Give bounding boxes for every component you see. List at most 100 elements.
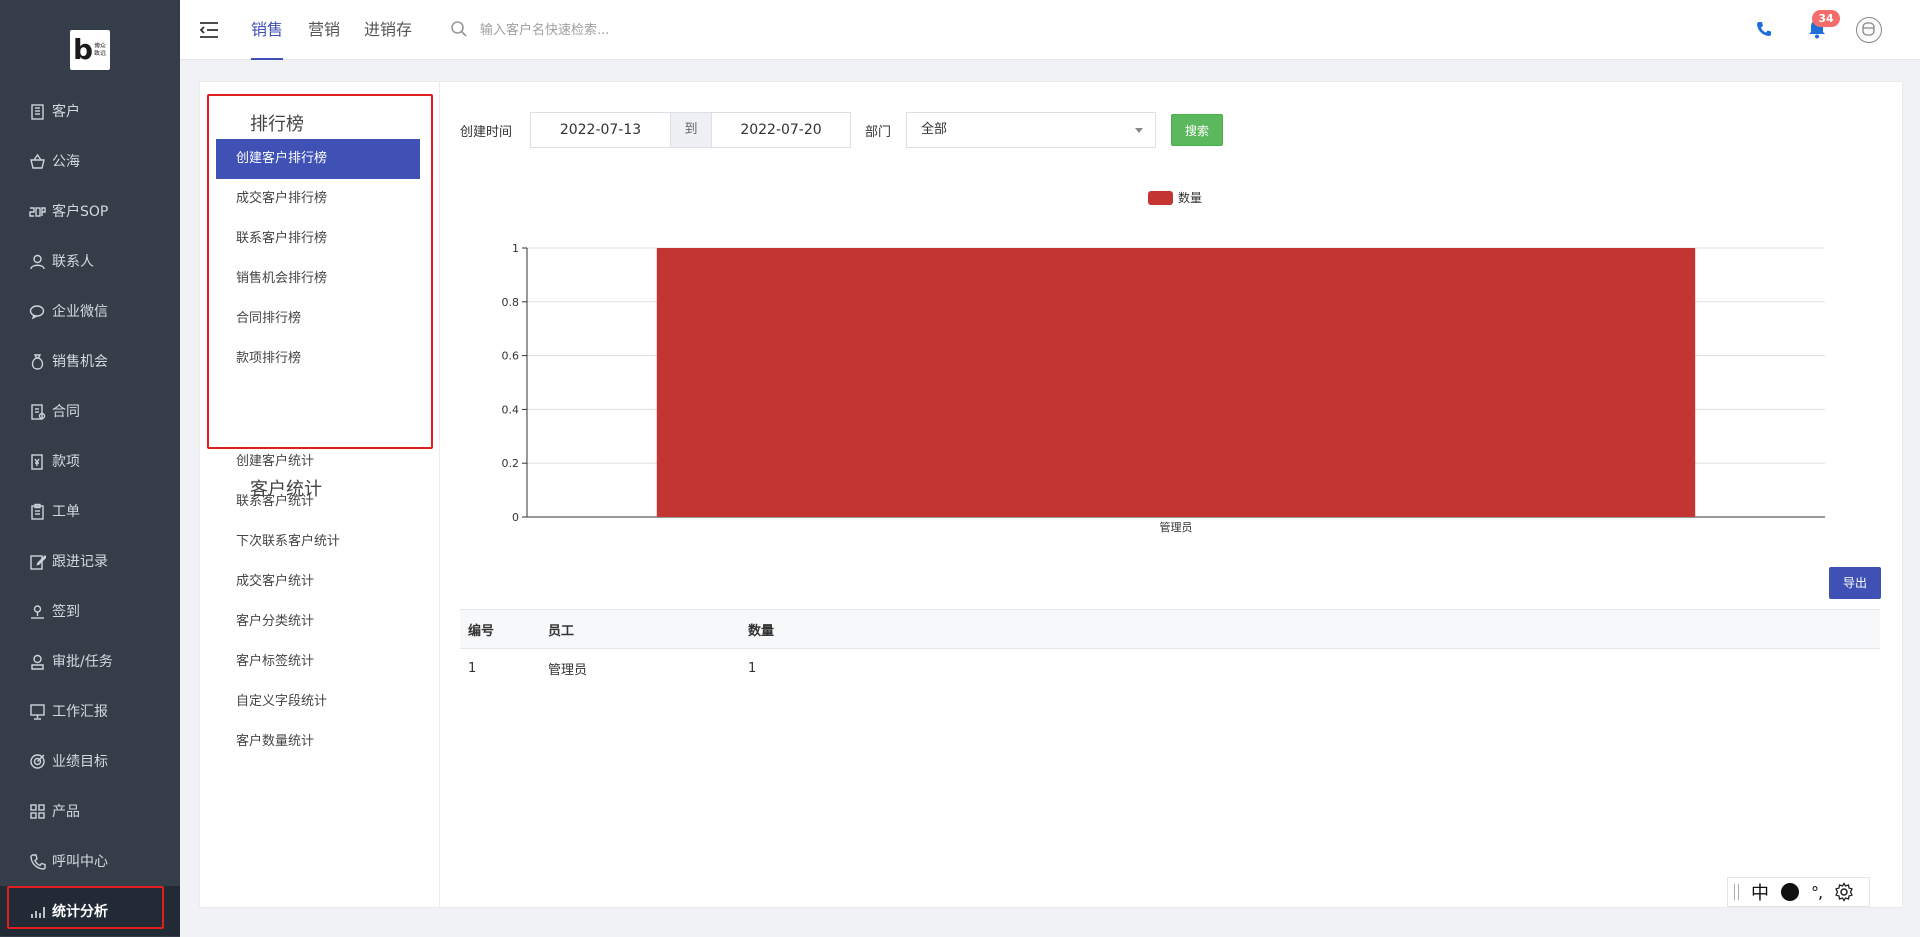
sidebar-item-payment[interactable]: 款项	[0, 436, 180, 486]
sidebar-item-person[interactable]: 联系人	[0, 236, 180, 286]
chevron-down-icon	[1135, 128, 1143, 133]
customer-stats-item[interactable]: 客户数量统计	[216, 722, 420, 762]
sidebar-item-label: 审批/任务	[52, 654, 113, 670]
end-date-field[interactable]: 2022-07-20	[711, 112, 851, 148]
bar-chart-icon	[28, 902, 46, 920]
ranking-table: 编号 员工 数量 1 管理员 1	[460, 609, 1880, 688]
ranking-report-item[interactable]: 创建客户排行榜	[216, 139, 420, 179]
clipboard-icon	[28, 502, 46, 520]
y-tick-label: 0.4	[502, 403, 520, 416]
ranking-report-item[interactable]: 销售机会排行榜	[216, 259, 420, 299]
sidebar-item-label: 工作汇报	[52, 704, 108, 720]
customer-stats-item[interactable]: 客户标签统计	[216, 642, 420, 682]
sidebar-item-label: 统计分析	[52, 904, 108, 920]
logo-text: 博众 致远	[94, 42, 106, 57]
ranking-report-item[interactable]: 联系客户排行榜	[216, 219, 420, 259]
sidebar-item-label: 销售机会	[52, 354, 108, 370]
sidebar-item-label: 公海	[52, 154, 80, 170]
department-label: 部门	[865, 125, 892, 140]
approval-icon	[28, 652, 46, 670]
sop-icon	[28, 202, 46, 220]
phone-icon[interactable]	[1755, 20, 1773, 38]
sidebar-item-presentation[interactable]: 工作汇报	[0, 686, 180, 736]
y-tick-label: 0	[512, 511, 519, 524]
customer-stats-item[interactable]: 下次联系客户统计	[216, 522, 420, 562]
contract-icon	[28, 402, 46, 420]
sidebar-item-label: 呼叫中心	[52, 854, 108, 870]
tab-inventory[interactable]: 进销存	[364, 0, 412, 60]
sidebar-item-edit[interactable]: 跟进记录	[0, 536, 180, 586]
gear-icon[interactable]	[1834, 882, 1854, 902]
ime-mode-toggle[interactable]: 中	[1751, 879, 1769, 905]
sidebar-item-clipboard[interactable]: 工单	[0, 486, 180, 536]
sidebar-item-label: 联系人	[52, 254, 94, 270]
wechat-icon	[28, 302, 46, 320]
sidebar-item-money-bag[interactable]: 销售机会	[0, 336, 180, 386]
logo-mark: b	[73, 33, 94, 66]
sidebar-item-basket[interactable]: 公海	[0, 136, 180, 186]
person-icon	[28, 252, 46, 270]
sidebar-item-grid[interactable]: 产品	[0, 786, 180, 836]
sidebar-item-label: 签到	[52, 604, 80, 620]
edit-icon	[28, 552, 46, 570]
column-header-count: 数量	[740, 609, 1880, 649]
payment-icon	[28, 452, 46, 470]
sidebar-item-building[interactable]: 客户	[0, 86, 180, 136]
bar	[656, 248, 1696, 517]
sidebar-item-approval[interactable]: 审批/任务	[0, 636, 180, 686]
sidebar-item-contract[interactable]: 合同	[0, 386, 180, 436]
table-header-row: 编号 员工 数量	[460, 609, 1880, 649]
sidebar-item-location[interactable]: 签到	[0, 586, 180, 636]
customer-stats-item[interactable]: 客户分类统计	[216, 602, 420, 642]
department-value: 全部	[921, 122, 948, 137]
column-header-id: 编号	[460, 609, 540, 649]
sidebar-item-bar-chart[interactable]: 统计分析	[0, 886, 180, 936]
phone-icon	[28, 852, 46, 870]
y-tick-label: 1	[512, 242, 519, 255]
ranking-report-item[interactable]: 款项排行榜	[216, 339, 420, 379]
sidebar-item-sop[interactable]: 客户SOP	[0, 186, 180, 236]
customer-stats-item[interactable]: 成交客户统计	[216, 562, 420, 602]
customer-stats-item[interactable]: 联系客户统计	[216, 482, 420, 522]
column-header-employee: 员工	[540, 609, 740, 649]
tab-marketing[interactable]: 营销	[308, 0, 340, 60]
sidebar-item-label: 业绩目标	[52, 754, 108, 770]
start-date-field[interactable]: 2022-07-13	[530, 112, 671, 148]
sidebar-item-label: 客户SOP	[52, 204, 109, 220]
search-button[interactable]: 搜索	[1171, 114, 1223, 146]
export-button[interactable]: 导出	[1829, 567, 1881, 599]
basket-icon	[28, 152, 46, 170]
department-select[interactable]: 全部	[906, 112, 1156, 148]
cell-id: 1	[460, 648, 540, 688]
report-list-panel: 排行榜 创建客户排行榜 成交客户排行榜 联系客户排行榜 销售机会排行榜 合同排行榜 款项排…	[200, 82, 440, 907]
grid-icon	[28, 802, 46, 820]
menu-collapse-icon[interactable]	[198, 20, 220, 40]
customer-stats-item[interactable]: 创建客户统计	[216, 442, 420, 482]
ranking-report-item[interactable]: 合同排行榜	[216, 299, 420, 339]
app-logo[interactable]: b 博众 致远	[70, 30, 110, 70]
ranking-report-item[interactable]: 成交客户排行榜	[216, 179, 420, 219]
building-icon	[28, 102, 46, 120]
sidebar-item-wechat[interactable]: 企业微信	[0, 286, 180, 336]
x-tick-label: 管理员	[1160, 520, 1193, 534]
cell-count: 1	[740, 648, 1880, 688]
sidebar-item-label: 款项	[52, 454, 80, 470]
y-tick-label: 0.2	[502, 457, 520, 470]
table-row: 1 管理员 1	[460, 648, 1880, 688]
sidebar-item-label: 企业微信	[52, 304, 108, 320]
legend-swatch	[1148, 191, 1173, 205]
customer-stats-item[interactable]: 自定义字段统计	[216, 682, 420, 722]
sidebar-item-target[interactable]: 业绩目标	[0, 736, 180, 786]
sidebar-item-phone[interactable]: 呼叫中心	[0, 836, 180, 886]
ime-toolbar: 中 °,	[1727, 877, 1870, 907]
user-avatar-icon	[1862, 22, 1875, 36]
tab-sales[interactable]: 销售	[251, 0, 284, 60]
avatar[interactable]	[1856, 17, 1882, 43]
customer-search-input[interactable]	[480, 18, 780, 42]
search-icon	[451, 21, 467, 37]
legend-label: 数量	[1178, 190, 1202, 205]
y-tick-label: 0.6	[502, 350, 520, 363]
full-width-toggle-icon[interactable]	[1781, 883, 1799, 901]
drag-handle[interactable]	[1734, 884, 1739, 900]
punctuation-toggle[interactable]: °,	[1811, 883, 1823, 902]
